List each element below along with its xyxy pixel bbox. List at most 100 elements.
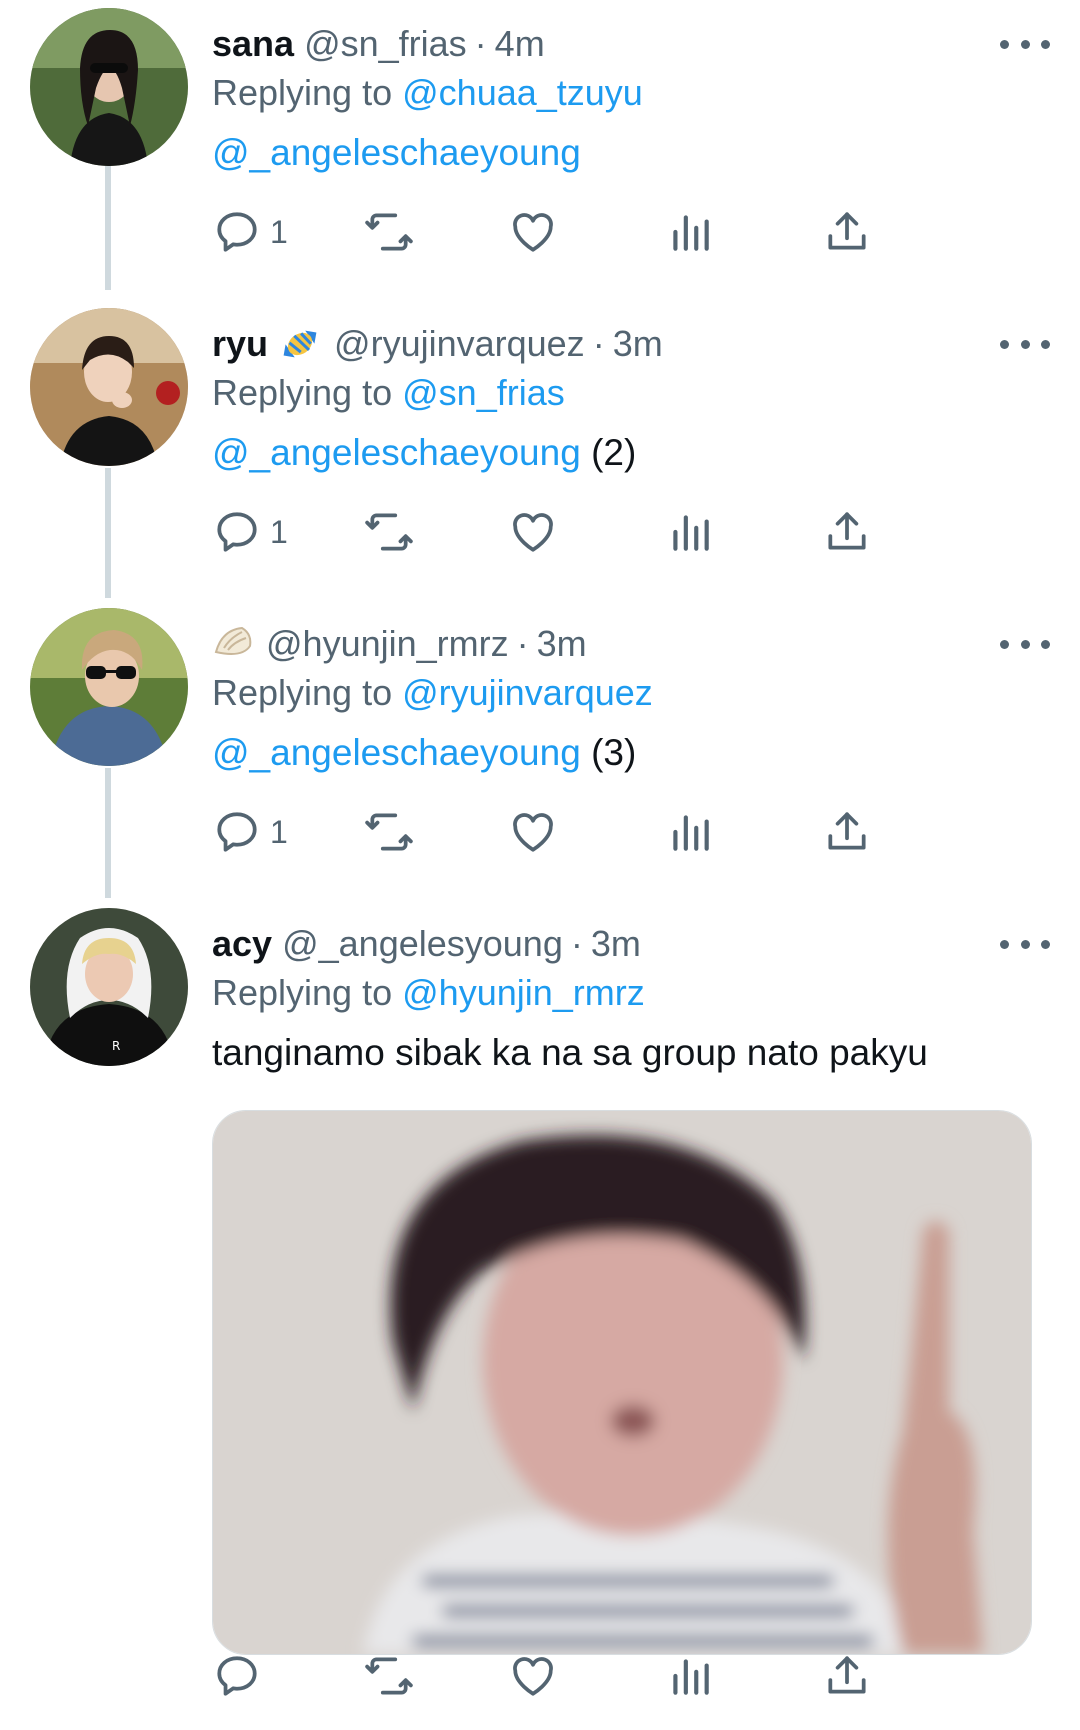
avatar[interactable] bbox=[30, 8, 188, 166]
candy-emoji bbox=[278, 324, 322, 364]
analytics-icon bbox=[673, 515, 709, 551]
share-button[interactable] bbox=[822, 502, 872, 562]
separator-dot: · bbox=[570, 923, 583, 964]
tweet[interactable]: @hyunjin_rmrz · 3m Replying to @ryujinva… bbox=[0, 600, 1080, 890]
reply-count: 1 bbox=[270, 213, 288, 250]
more-icon[interactable] bbox=[1000, 30, 1050, 58]
like-icon bbox=[513, 1657, 553, 1696]
avatar-image: R bbox=[30, 908, 188, 1066]
tweet-media-image[interactable] bbox=[212, 1110, 1032, 1655]
like-button[interactable] bbox=[508, 202, 558, 262]
like-button[interactable] bbox=[508, 502, 558, 562]
analytics-button[interactable] bbox=[665, 202, 715, 262]
share-icon bbox=[828, 812, 866, 850]
reply-icon bbox=[217, 512, 257, 552]
like-icon bbox=[513, 213, 553, 252]
reply-button[interactable]: 1 bbox=[212, 802, 288, 862]
replying-prefix: Replying to bbox=[212, 672, 393, 713]
mention-link[interactable]: @_angeleschaeyoung bbox=[212, 732, 581, 773]
display-name[interactable]: acy bbox=[212, 923, 272, 965]
replying-prefix: Replying to bbox=[212, 972, 393, 1013]
reply-icon bbox=[217, 812, 257, 852]
avatar[interactable]: R bbox=[30, 908, 188, 1066]
replying-mention[interactable]: @sn_frias bbox=[402, 372, 565, 413]
timestamp[interactable]: 3m bbox=[613, 323, 663, 365]
timestamp[interactable]: 4m bbox=[495, 23, 545, 65]
replying-prefix: Replying to bbox=[212, 372, 393, 413]
retweet-icon bbox=[365, 1657, 413, 1695]
analytics-icon bbox=[673, 215, 709, 251]
retweet-icon bbox=[365, 813, 413, 851]
avatar[interactable] bbox=[30, 308, 188, 466]
separator-dot: · bbox=[474, 23, 487, 64]
like-icon bbox=[513, 513, 553, 552]
mention-link[interactable]: @_angeleschaeyoung bbox=[212, 432, 581, 473]
user-handle[interactable]: @sn_frias bbox=[304, 23, 467, 65]
reply-button[interactable] bbox=[212, 1646, 270, 1706]
retweet-icon bbox=[365, 513, 413, 551]
replying-to: Replying to @hyunjin_rmrz bbox=[212, 972, 645, 1014]
timestamp[interactable]: 3m bbox=[537, 623, 587, 665]
tweet-header: ryu @ryujinvarquez · 3m bbox=[212, 320, 663, 368]
more-icon[interactable] bbox=[1000, 330, 1050, 358]
dumpling-emoji bbox=[212, 624, 254, 664]
timestamp[interactable]: 3m bbox=[591, 923, 641, 965]
replying-mention[interactable]: @chuaa_tzuyu bbox=[402, 72, 643, 113]
tweet-text-suffix: (2) bbox=[591, 432, 637, 473]
avatar-image bbox=[30, 308, 188, 466]
display-name[interactable]: sana bbox=[212, 23, 294, 65]
replying-mention[interactable]: @hyunjin_rmrz bbox=[402, 972, 645, 1013]
tweet-header: sana @sn_frias · 4m bbox=[212, 20, 545, 68]
like-button[interactable] bbox=[508, 802, 558, 862]
tweet-text: @_angeleschaeyoung (3) bbox=[212, 732, 636, 774]
reply-count: 1 bbox=[270, 813, 288, 850]
retweet-button[interactable] bbox=[364, 802, 414, 862]
avatar-image bbox=[30, 8, 188, 166]
more-icon[interactable] bbox=[1000, 630, 1050, 658]
analytics-button[interactable] bbox=[665, 802, 715, 862]
replying-to: Replying to @ryujinvarquez bbox=[212, 672, 653, 714]
separator-dot: · bbox=[592, 323, 605, 364]
tweet[interactable]: ryu @ryujinvarquez · 3m Replying to @sn_… bbox=[0, 300, 1080, 590]
share-icon bbox=[828, 1656, 866, 1694]
share-button[interactable] bbox=[822, 802, 872, 862]
reply-button[interactable]: 1 bbox=[212, 202, 288, 262]
reply-button[interactable]: 1 bbox=[212, 502, 288, 562]
analytics-icon bbox=[673, 815, 709, 851]
avatar[interactable] bbox=[30, 608, 188, 766]
replying-to: Replying to @sn_frias bbox=[212, 372, 565, 414]
like-icon bbox=[513, 813, 553, 852]
avatar-image bbox=[30, 608, 188, 766]
analytics-button[interactable] bbox=[665, 502, 715, 562]
replying-to: Replying to @chuaa_tzuyu bbox=[212, 72, 643, 114]
tweet-text: @_angeleschaeyoung bbox=[212, 132, 581, 174]
replying-mention[interactable]: @ryujinvarquez bbox=[402, 672, 653, 713]
retweet-button[interactable] bbox=[364, 1646, 414, 1706]
action-bar: 1 bbox=[212, 802, 992, 862]
display-name[interactable]: ryu bbox=[212, 323, 268, 365]
separator-dot: · bbox=[516, 623, 529, 664]
tweet-text-suffix: (3) bbox=[591, 732, 637, 773]
user-handle[interactable]: @ryujinvarquez bbox=[334, 323, 585, 365]
media-photo bbox=[213, 1111, 1031, 1654]
retweet-button[interactable] bbox=[364, 502, 414, 562]
retweet-button[interactable] bbox=[364, 202, 414, 262]
mention-link[interactable]: @_angeleschaeyoung bbox=[212, 132, 581, 173]
share-button[interactable] bbox=[822, 202, 872, 262]
more-icon[interactable] bbox=[1000, 930, 1050, 958]
share-button[interactable] bbox=[822, 1646, 872, 1706]
user-handle[interactable]: @hyunjin_rmrz bbox=[266, 623, 509, 665]
like-button[interactable] bbox=[508, 1646, 558, 1706]
reply-icon bbox=[217, 212, 257, 252]
action-bar: 1 bbox=[212, 202, 992, 262]
reply-icon bbox=[217, 1656, 257, 1696]
analytics-button[interactable] bbox=[665, 1646, 715, 1706]
share-icon bbox=[828, 212, 866, 250]
svg-text:R: R bbox=[112, 1039, 120, 1053]
tweet[interactable]: R acy @_angelesyoung · 3m Replying to @h… bbox=[0, 900, 1080, 1730]
tweet-header: acy @_angelesyoung · 3m bbox=[212, 920, 641, 968]
replying-prefix: Replying to bbox=[212, 72, 393, 113]
retweet-icon bbox=[365, 213, 413, 251]
tweet[interactable]: sana @sn_frias · 4m Replying to @chuaa_t… bbox=[0, 0, 1080, 290]
user-handle[interactable]: @_angelesyoung bbox=[282, 923, 563, 965]
